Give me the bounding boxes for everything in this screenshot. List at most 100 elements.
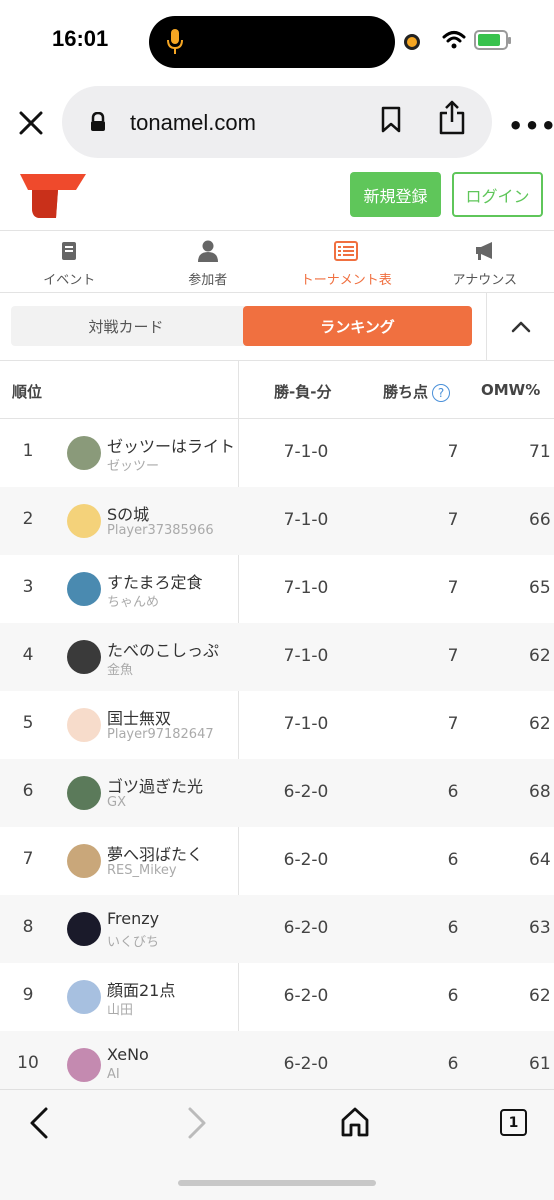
signup-button[interactable]: 新規登録: [350, 172, 441, 217]
team-name[interactable]: Frenzy: [107, 909, 239, 928]
header-points-label: 勝ち点: [383, 383, 429, 401]
bookmark-icon[interactable]: [380, 106, 402, 134]
login-button[interactable]: ログイン: [452, 172, 543, 217]
status-time: 16:01: [52, 26, 109, 51]
close-icon[interactable]: [16, 108, 46, 138]
team-name[interactable]: たべのこしっぷ: [107, 637, 239, 661]
avatar[interactable]: [67, 912, 101, 946]
browser-toolbar: 1: [0, 1089, 554, 1200]
match-cards-tab[interactable]: 対戦カード: [11, 306, 241, 346]
avatar[interactable]: [67, 572, 101, 606]
record-cell: 7-1-0: [283, 646, 329, 666]
omw-cell: 64: [529, 850, 551, 870]
table-row[interactable]: 3 すたまろ定食 ちゃんめ 7-1-0 7 65: [0, 555, 554, 623]
team-name[interactable]: ゼッツーはライト: [107, 433, 239, 457]
more-options-icon[interactable]: •••: [508, 112, 554, 140]
omw-cell: 62: [529, 714, 551, 734]
player-name: GX: [107, 795, 126, 810]
points-cell: 7: [447, 578, 459, 598]
rank-cell: 2: [22, 509, 34, 529]
tab-bracket-label: トーナメント表: [300, 273, 392, 288]
tonamel-logo[interactable]: [18, 172, 88, 220]
player-name: 山田: [107, 1003, 134, 1018]
battery-icon: [474, 30, 511, 50]
table-row[interactable]: 1 ゼッツーはライト ゼッツー 7-1-0 7 71: [0, 419, 554, 487]
player-name: Player37385966: [107, 523, 214, 538]
forward-icon[interactable]: [186, 1106, 208, 1140]
record-cell: 7-1-0: [283, 510, 329, 530]
player-name: 金魚: [107, 663, 134, 678]
document-icon: [62, 242, 77, 260]
team-name[interactable]: 夢へ羽ばたく: [107, 841, 239, 865]
points-cell: 6: [447, 850, 459, 870]
rank-cell: 9: [22, 985, 34, 1005]
segmented-control: 対戦カード ランキング: [11, 306, 472, 346]
tab-event[interactable]: イベント: [0, 231, 139, 292]
address-bar[interactable]: tonamel.com: [62, 86, 492, 158]
table-row[interactable]: 6 ゴツ過ぎた光 GX 6-2-0 6 68: [0, 759, 554, 827]
avatar[interactable]: [67, 504, 101, 538]
help-icon[interactable]: ?: [432, 383, 451, 402]
player-name: AI: [107, 1067, 120, 1082]
avatar[interactable]: [67, 1048, 101, 1082]
back-icon[interactable]: [28, 1106, 50, 1140]
table-row[interactable]: 7 夢へ羽ばたく RES_Mikey 6-2-0 6 64: [0, 827, 554, 895]
omw-cell: 68: [529, 782, 551, 802]
dynamic-island: [149, 16, 395, 68]
team-name[interactable]: 顔面21点: [107, 977, 239, 1001]
table-row[interactable]: 10 XeNo AI 6-2-0 6 61: [0, 1031, 554, 1089]
omw-cell: 62: [529, 986, 551, 1006]
tab-participants-label: 参加者: [188, 273, 228, 288]
player-name: Player97182647: [107, 727, 214, 742]
collapse-button[interactable]: [486, 293, 554, 360]
table-row[interactable]: 5 国士無双 Player97182647 7-1-0 7 62: [0, 691, 554, 759]
team-name[interactable]: 国士無双: [107, 705, 239, 729]
header-omw: OMW%: [481, 381, 541, 399]
player-name: ゼッツー: [107, 459, 160, 474]
team-name[interactable]: ゴツ過ぎた光: [107, 773, 239, 797]
table-header: 順位 勝-負-分 勝ち点? OMW%: [0, 361, 554, 419]
omw-cell: 65: [529, 578, 551, 598]
avatar[interactable]: [67, 640, 101, 674]
table-row[interactable]: 8 Frenzy いくびち 6-2-0 6 63: [0, 895, 554, 963]
lock-icon: [91, 112, 105, 131]
table-row[interactable]: 4 たべのこしっぷ 金魚 7-1-0 7 62: [0, 623, 554, 691]
tab-participants[interactable]: 参加者: [139, 231, 278, 292]
omw-cell: 66: [529, 510, 551, 530]
ranking-table: 順位 勝-負-分 勝ち点? OMW% 1 ゼッツーはライトゼッツー 7-1-0 7 7 1…: [0, 361, 554, 1089]
avatar[interactable]: [67, 980, 101, 1014]
share-icon[interactable]: [438, 100, 466, 136]
rank-cell: 6: [22, 781, 34, 801]
player-name: ちゃんめ: [107, 595, 160, 610]
url-text: tonamel.com: [130, 110, 256, 135]
tabs-count-button[interactable]: 1: [500, 1109, 527, 1136]
rank-cell: 10: [17, 1053, 39, 1073]
points-cell: 7: [447, 714, 459, 734]
table-row[interactable]: 9 顔面21点 山田 6-2-0 6 62: [0, 963, 554, 1031]
tab-bracket[interactable]: トーナメント表: [277, 231, 416, 292]
rank-cell: 8: [22, 917, 34, 937]
avatar[interactable]: [67, 844, 101, 878]
ranking-tab[interactable]: ランキング: [243, 306, 472, 346]
team-name[interactable]: すたまろ定食: [107, 569, 239, 593]
rank-cell: 1: [22, 441, 34, 461]
avatar[interactable]: [67, 436, 101, 470]
header-points: 勝ち点?: [383, 381, 451, 402]
rank-cell: 4: [22, 645, 34, 665]
home-icon[interactable]: [340, 1106, 370, 1138]
record-cell: 6-2-0: [283, 850, 329, 870]
record-cell: 6-2-0: [283, 782, 329, 802]
rank-cell: 7: [22, 849, 34, 869]
view-switcher: 対戦カード ランキング: [0, 293, 554, 361]
bracket-icon: [334, 241, 359, 261]
avatar[interactable]: [67, 708, 101, 742]
team-name[interactable]: XeNo: [107, 1045, 239, 1064]
avatar[interactable]: [67, 776, 101, 810]
table-row[interactable]: 2 Sの城 Player37385966 7-1-0 7 66: [0, 487, 554, 555]
tab-announce[interactable]: アナウンス: [416, 231, 554, 292]
tab-event-label: イベント: [43, 273, 96, 288]
points-cell: 6: [447, 986, 459, 1006]
record-cell: 7-1-0: [283, 442, 329, 462]
team-name[interactable]: Sの城: [107, 501, 239, 525]
player-name: いくびち: [107, 935, 160, 950]
